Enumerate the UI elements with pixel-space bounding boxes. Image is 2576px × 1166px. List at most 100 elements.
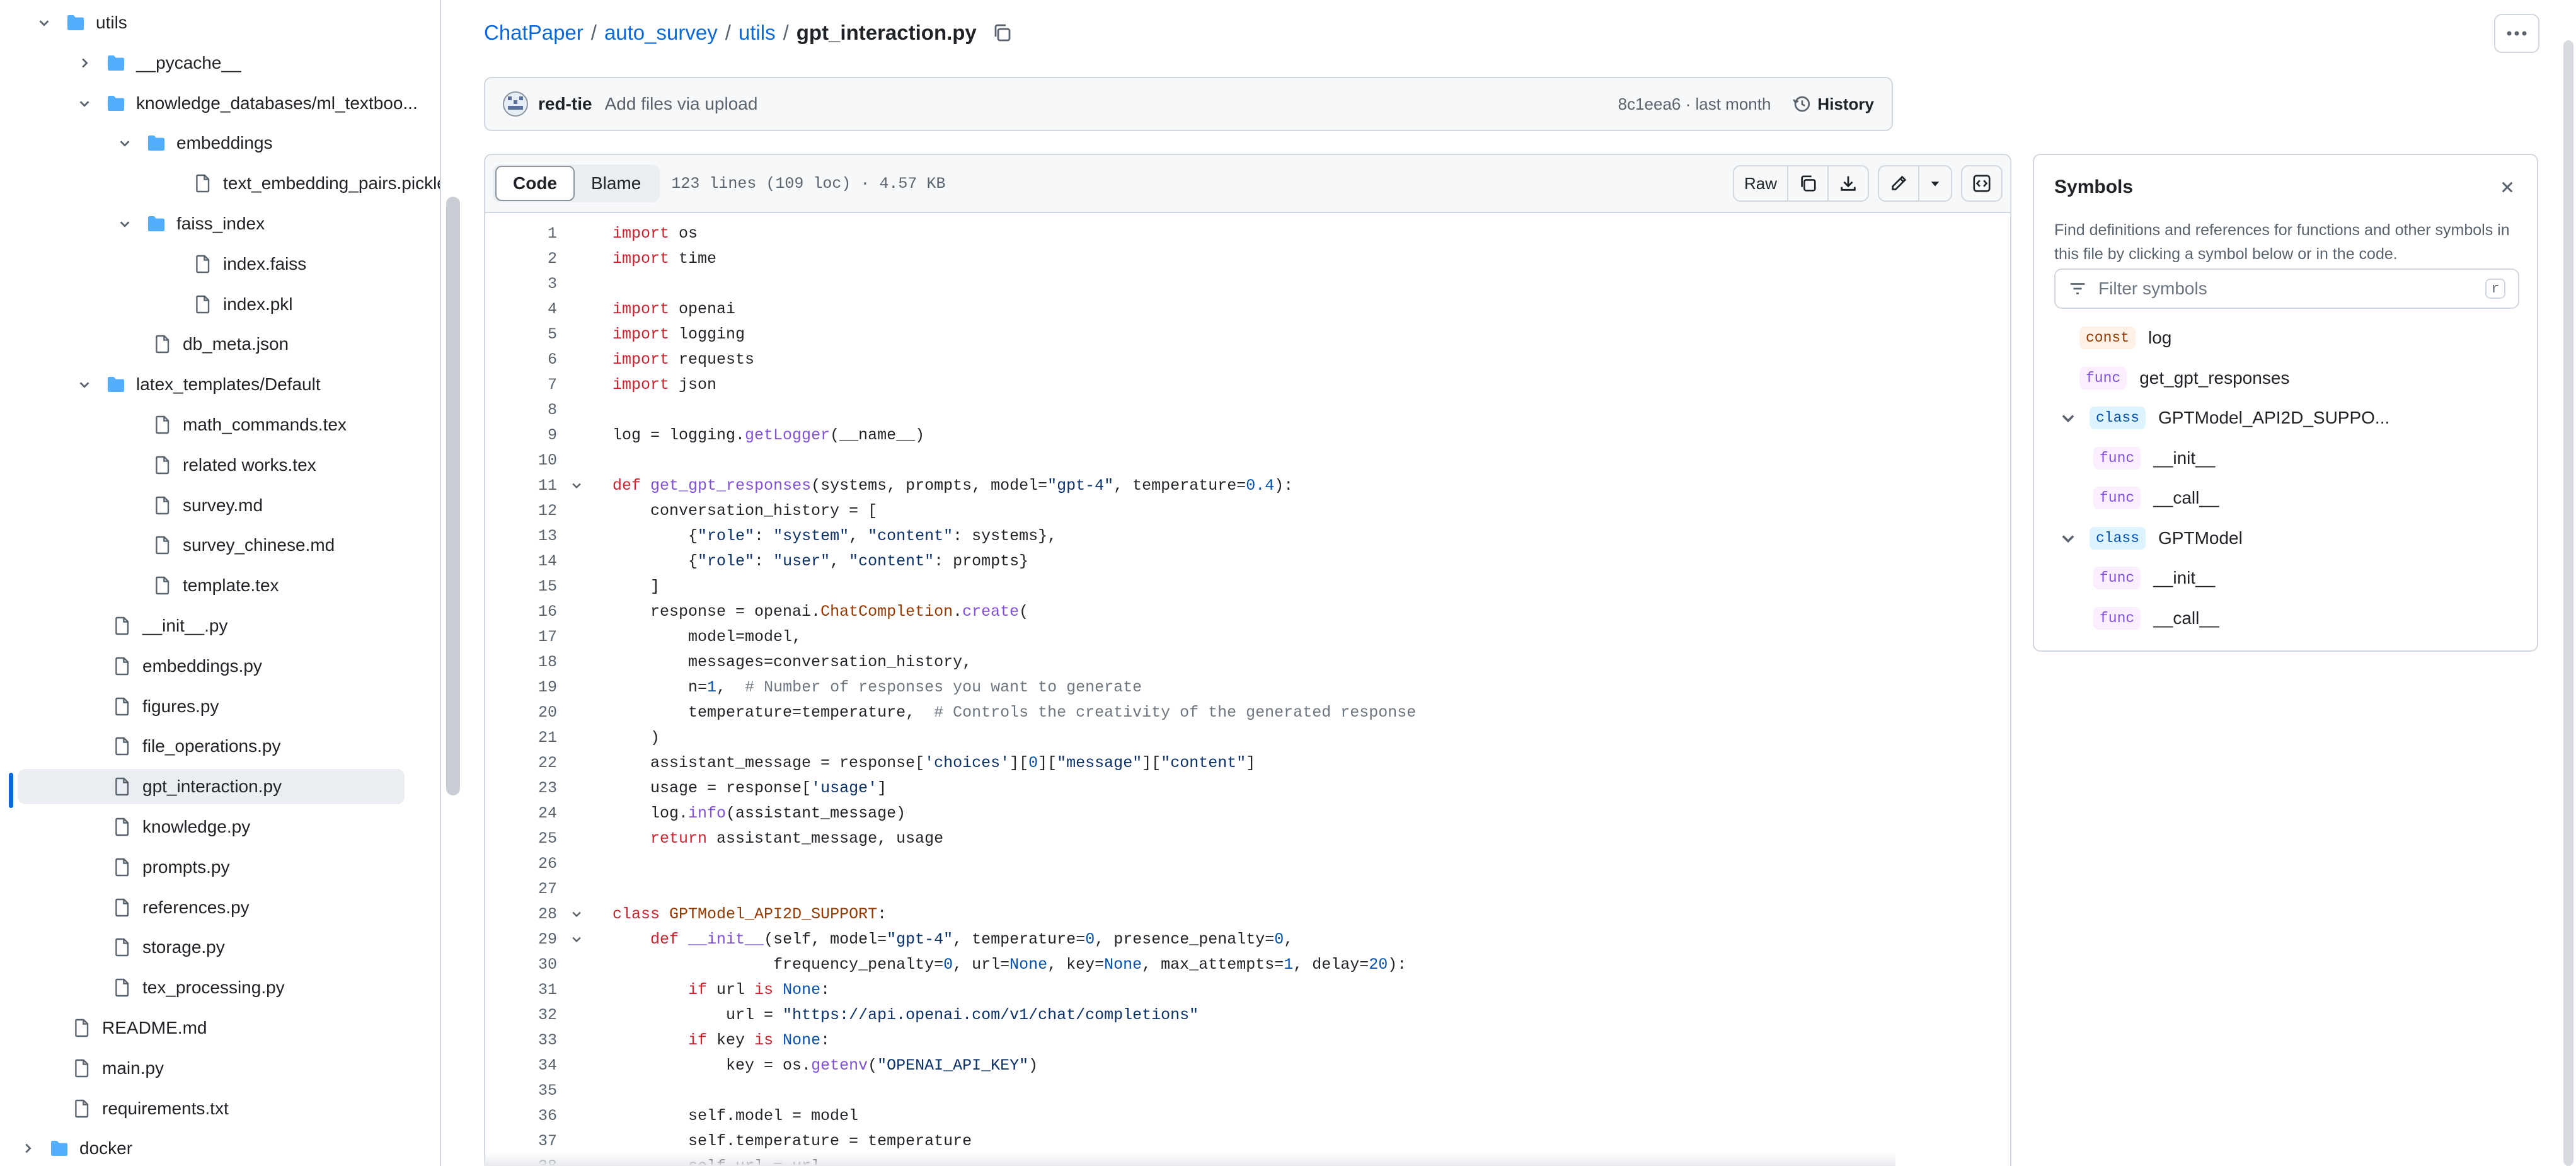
- line-number[interactable]: 23: [485, 779, 557, 797]
- chevron-down-icon[interactable]: [2059, 409, 2077, 427]
- line-number[interactable]: 22: [485, 754, 557, 772]
- chevron-right-icon[interactable]: [19, 1140, 37, 1157]
- tree-folder-item[interactable]: embeddings: [0, 125, 440, 161]
- line-number[interactable]: 26: [485, 855, 557, 873]
- line-number[interactable]: 21: [485, 729, 557, 747]
- edit-file-button[interactable]: [1879, 166, 1919, 200]
- fold-chevron-icon[interactable]: [570, 933, 583, 945]
- line-number[interactable]: 7: [485, 376, 557, 394]
- tree-file-item[interactable]: survey.md: [0, 488, 440, 523]
- symbol-item[interactable]: func __call__: [2093, 601, 2219, 636]
- line-number[interactable]: 20: [485, 703, 557, 722]
- line-number[interactable]: 33: [485, 1031, 557, 1049]
- commit-author-link[interactable]: red-tie: [538, 94, 592, 114]
- line-number[interactable]: 6: [485, 350, 557, 369]
- commit-hash-time[interactable]: 8c1eea6 · last month: [1618, 95, 1771, 114]
- chevron-right-icon[interactable]: [76, 54, 93, 72]
- symbol-item[interactable]: const log: [2079, 320, 2171, 355]
- tree-file-item[interactable]: survey_chinese.md: [0, 528, 440, 563]
- tree-file-item[interactable]: figures.py: [0, 689, 440, 724]
- fold-chevron-icon[interactable]: [570, 479, 583, 492]
- line-number[interactable]: 4: [485, 300, 557, 318]
- tree-file-item[interactable]: README.md: [0, 1010, 440, 1046]
- tree-file-item[interactable]: knowledge.py: [0, 809, 440, 845]
- tree-file-item[interactable]: prompts.py: [0, 850, 440, 885]
- line-number[interactable]: 3: [485, 275, 557, 293]
- tree-file-item[interactable]: __init__.py: [0, 608, 440, 644]
- symbol-item[interactable]: class GPTModel: [2059, 521, 2243, 556]
- symbol-item[interactable]: class GPTModel_API2D_SUPPO...: [2059, 400, 2389, 436]
- tree-file-item[interactable]: embeddings.py: [0, 649, 440, 684]
- chevron-down-icon[interactable]: [76, 95, 93, 112]
- line-number[interactable]: 35: [485, 1082, 557, 1100]
- file-tree-scrollbar[interactable]: [446, 197, 460, 795]
- breadcrumb-dir-utils[interactable]: utils: [739, 21, 776, 45]
- line-number[interactable]: 1: [485, 224, 557, 243]
- code-tab[interactable]: Code: [495, 166, 575, 201]
- avatar[interactable]: [503, 91, 528, 117]
- tree-file-item[interactable]: gpt_interaction.py: [18, 769, 405, 805]
- line-number[interactable]: 2: [485, 250, 557, 268]
- tree-file-item[interactable]: requirements.txt: [0, 1091, 440, 1126]
- line-number[interactable]: 34: [485, 1056, 557, 1075]
- symbol-item[interactable]: func __call__: [2093, 480, 2219, 516]
- chevron-down-icon[interactable]: [116, 215, 134, 233]
- line-number[interactable]: 32: [485, 1006, 557, 1024]
- line-number[interactable]: 11: [485, 476, 557, 495]
- line-number[interactable]: 8: [485, 401, 557, 419]
- line-number[interactable]: 18: [485, 653, 557, 671]
- chevron-down-icon[interactable]: [35, 14, 53, 32]
- breadcrumb-dir-auto-survey[interactable]: auto_survey: [604, 21, 718, 45]
- line-number[interactable]: 37: [485, 1132, 557, 1150]
- line-number[interactable]: 9: [485, 426, 557, 444]
- chevron-down-icon[interactable]: [116, 134, 134, 152]
- symbols-panel-toggle[interactable]: [1962, 166, 2001, 200]
- tree-folder-item[interactable]: __pycache__: [0, 45, 440, 81]
- tree-file-item[interactable]: main.py: [0, 1051, 440, 1086]
- line-number[interactable]: 36: [485, 1107, 557, 1125]
- symbol-item[interactable]: func get_gpt_responses: [2079, 361, 2289, 396]
- line-number[interactable]: 16: [485, 603, 557, 621]
- tree-folder-item[interactable]: docker: [0, 1131, 440, 1166]
- chevron-down-icon[interactable]: [76, 376, 93, 393]
- more-options-button[interactable]: [2494, 14, 2539, 53]
- line-number[interactable]: 29: [485, 930, 557, 949]
- tree-folder-item[interactable]: utils: [0, 5, 440, 40]
- edit-dropdown-button[interactable]: [1919, 166, 1951, 200]
- line-number[interactable]: 10: [485, 451, 557, 470]
- line-number[interactable]: 13: [485, 527, 557, 545]
- close-symbols-button[interactable]: [2497, 176, 2518, 198]
- line-number[interactable]: 12: [485, 502, 557, 520]
- blame-tab[interactable]: Blame: [575, 166, 657, 201]
- raw-button[interactable]: Raw: [1734, 166, 1788, 200]
- line-number[interactable]: 5: [485, 325, 557, 343]
- line-number[interactable]: 24: [485, 804, 557, 823]
- tree-file-item[interactable]: math_commands.tex: [0, 407, 440, 442]
- tree-folder-item[interactable]: knowledge_databases/ml_textboo...: [0, 86, 440, 121]
- tree-folder-item[interactable]: latex_templates/Default: [0, 367, 440, 402]
- line-number[interactable]: 15: [485, 577, 557, 596]
- history-button[interactable]: History: [1792, 95, 1874, 114]
- page-scrollbar[interactable]: [2563, 40, 2573, 1166]
- tree-file-item[interactable]: index.faiss: [0, 246, 440, 282]
- tree-file-item[interactable]: text_embedding_pairs.pickle: [0, 166, 440, 201]
- tree-file-item[interactable]: index.pkl: [0, 287, 440, 322]
- tree-folder-item[interactable]: faiss_index: [0, 206, 440, 241]
- download-raw-button[interactable]: [1829, 166, 1868, 200]
- line-number[interactable]: 14: [485, 552, 557, 570]
- line-number[interactable]: 31: [485, 981, 557, 999]
- tree-file-item[interactable]: template.tex: [0, 568, 440, 603]
- fold-chevron-icon[interactable]: [570, 908, 583, 920]
- tree-file-item[interactable]: related works.tex: [0, 447, 440, 483]
- tree-file-item[interactable]: tex_processing.py: [0, 970, 440, 1005]
- breadcrumb-repo-link[interactable]: ChatPaper: [484, 21, 584, 45]
- tree-file-item[interactable]: storage.py: [0, 930, 440, 965]
- tree-file-item[interactable]: db_meta.json: [0, 326, 440, 362]
- copy-path-button[interactable]: [991, 21, 1013, 44]
- line-number[interactable]: 17: [485, 628, 557, 646]
- tree-file-item[interactable]: references.py: [0, 890, 440, 925]
- symbol-item[interactable]: func __init__: [2093, 560, 2215, 596]
- tree-file-item[interactable]: file_operations.py: [0, 729, 440, 764]
- commit-message-link[interactable]: Add files via upload: [605, 94, 758, 114]
- line-number[interactable]: 19: [485, 678, 557, 696]
